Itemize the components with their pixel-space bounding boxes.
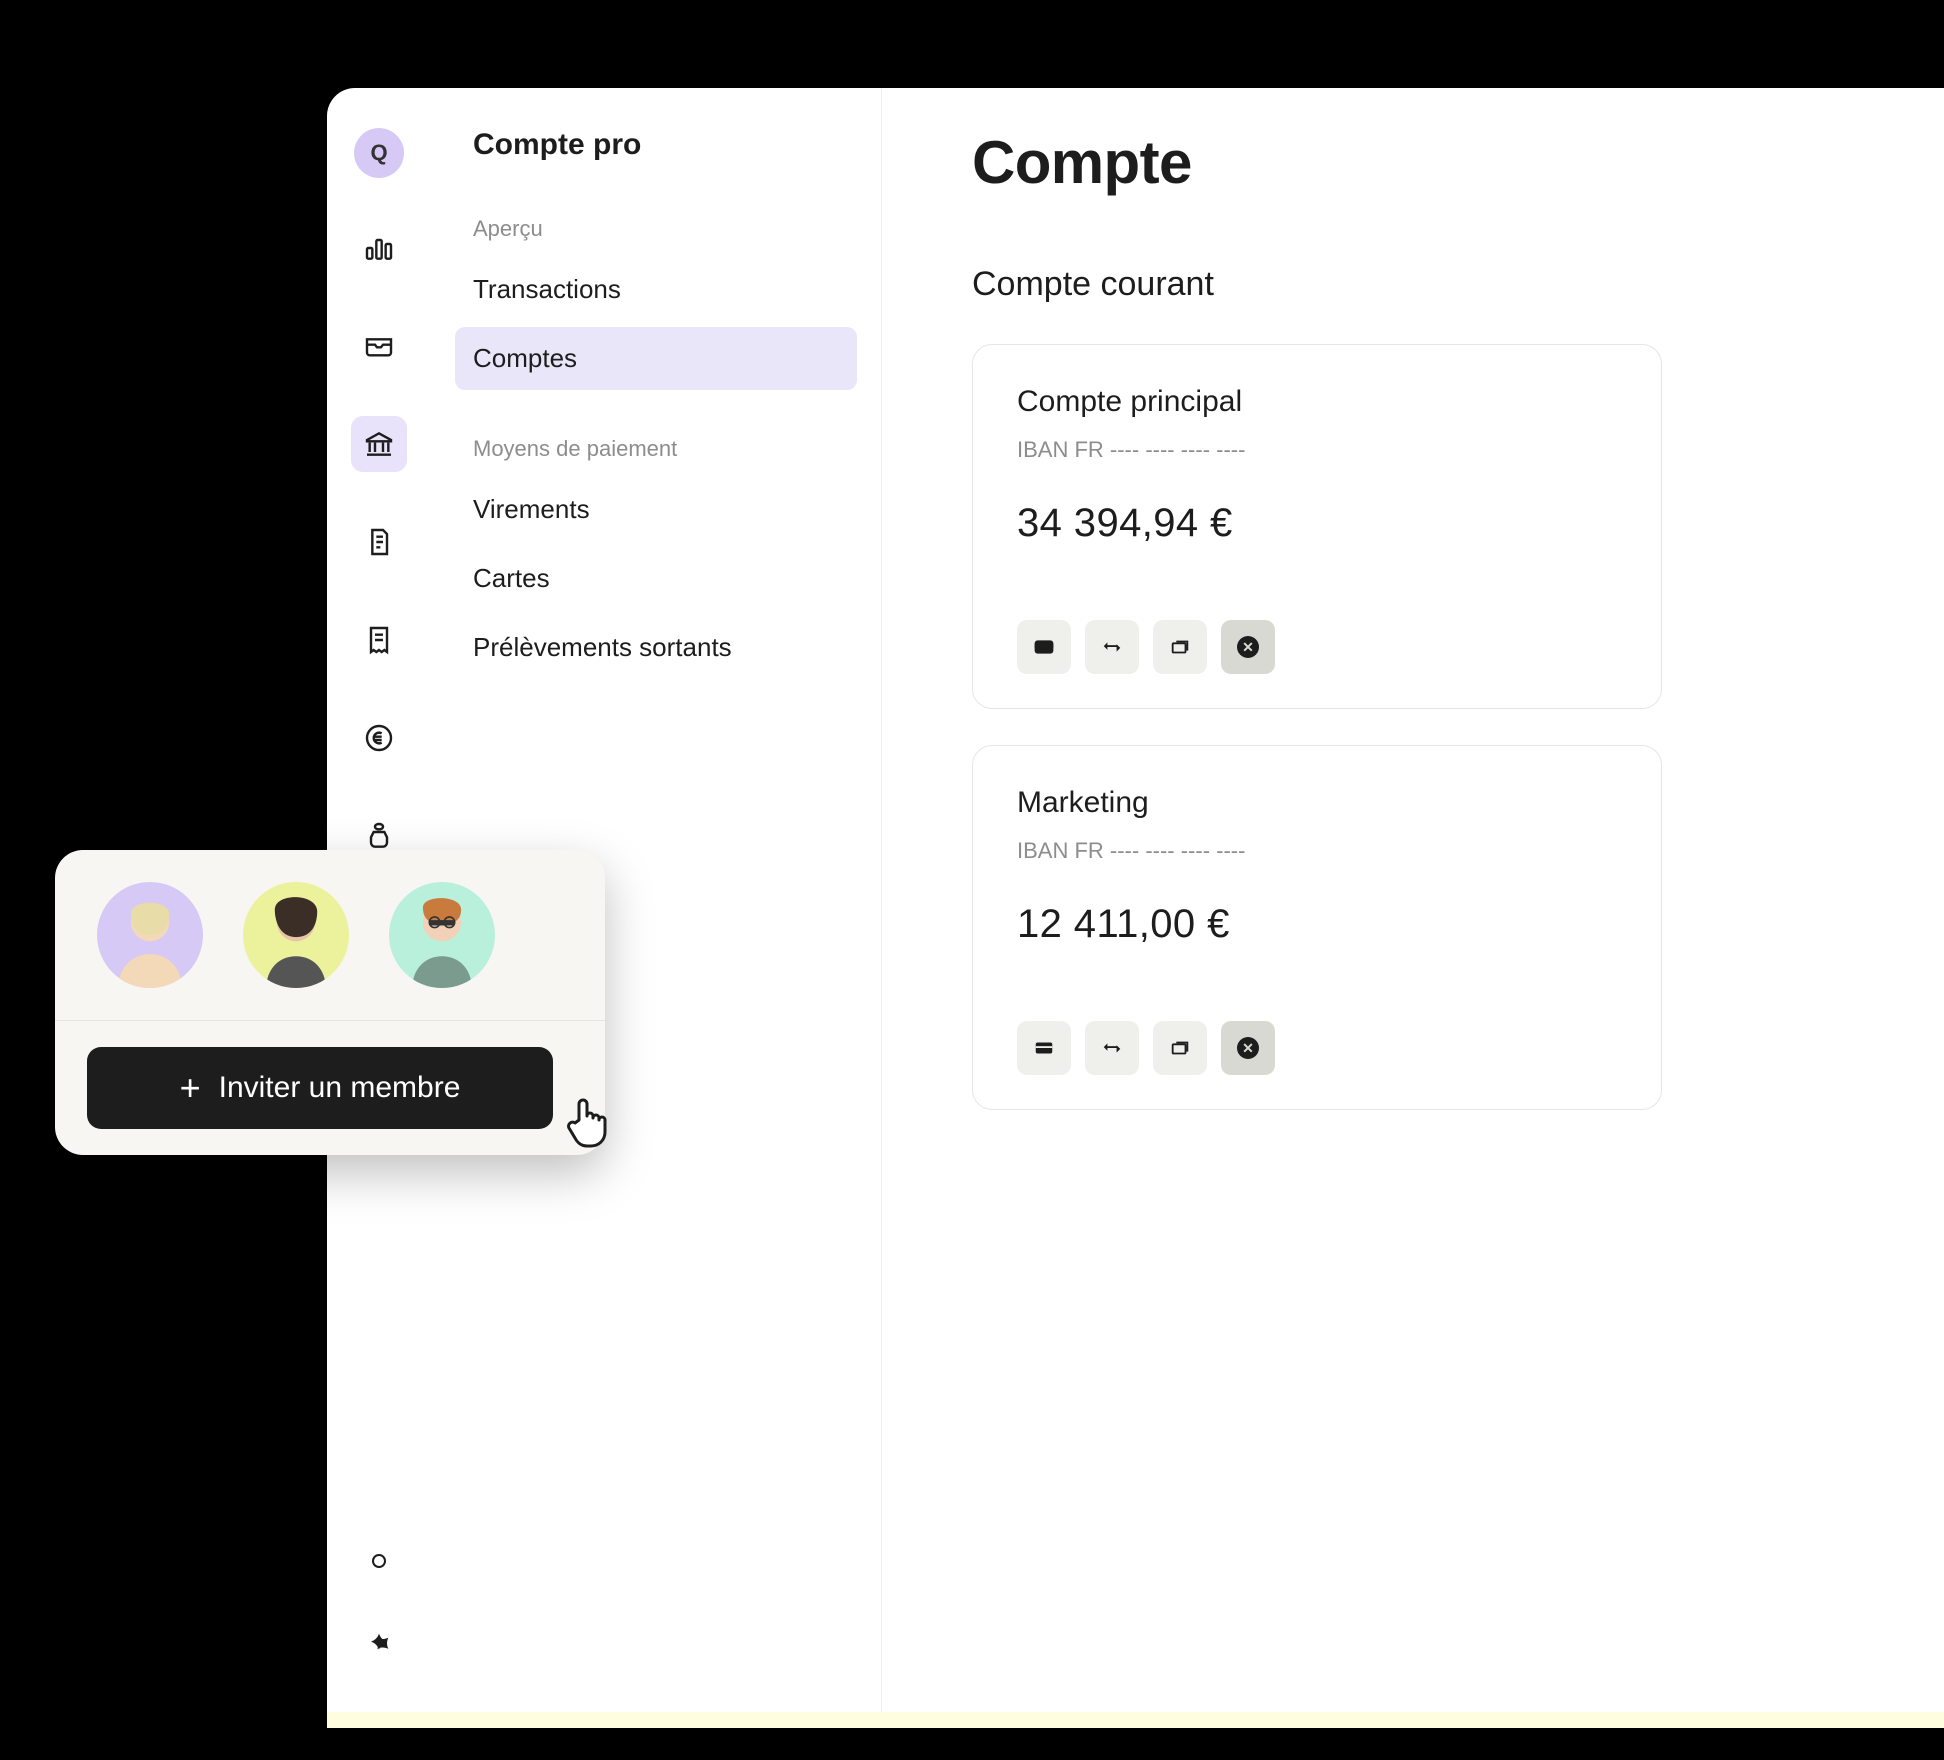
sidebar-section-label: Aperçu	[455, 216, 857, 242]
sidebar-item-transactions[interactable]: Transactions	[455, 258, 857, 321]
account-actions: ✕	[1017, 1021, 1617, 1075]
invoice-icon[interactable]	[351, 514, 407, 570]
notification-strip	[327, 1712, 1944, 1728]
account-card[interactable]: Marketing IBAN FR ---- ---- ---- ---- 12…	[972, 745, 1662, 1110]
bank-icon[interactable]	[351, 416, 407, 472]
invite-member-button[interactable]: + Inviter un membre	[87, 1047, 553, 1129]
close-account-icon[interactable]: ✕	[1221, 620, 1275, 674]
account-name: Compte principal	[1017, 385, 1617, 419]
card-icon[interactable]	[1017, 620, 1071, 674]
invite-members-card: + Inviter un membre	[55, 850, 605, 1155]
member-avatars	[55, 850, 605, 1020]
sidebar-item-comptes[interactable]: Comptes	[455, 327, 857, 390]
brand-logo[interactable]: Q	[354, 128, 404, 178]
card-icon[interactable]	[1017, 1021, 1071, 1075]
section-subtitle: Compte courant	[972, 265, 1884, 304]
main-panel: Compte Compte courant Compte principal I…	[882, 88, 1944, 1728]
rail-bottom	[363, 1552, 395, 1728]
sidebar-section-label: Moyens de paiement	[455, 436, 857, 462]
invite-button-label: Inviter un membre	[219, 1071, 461, 1105]
page-title: Compte	[972, 128, 1884, 197]
account-name: Marketing	[1017, 786, 1617, 820]
deposit-icon[interactable]	[1153, 1021, 1207, 1075]
account-balance: 12 411,00 €	[1017, 902, 1617, 947]
app-mark-icon[interactable]	[363, 1631, 395, 1668]
close-account-icon[interactable]: ✕	[1221, 1021, 1275, 1075]
plus-icon: +	[180, 1070, 201, 1106]
receipt-icon[interactable]	[351, 612, 407, 668]
transfer-icon[interactable]	[1085, 1021, 1139, 1075]
sidebar-item-virements[interactable]: Virements	[455, 478, 857, 541]
sidebar-item-cartes[interactable]: Cartes	[455, 547, 857, 610]
inbox-icon[interactable]	[351, 318, 407, 374]
sidebar-item-prelevements[interactable]: Prélèvements sortants	[455, 616, 857, 679]
account-balance: 34 394,94 €	[1017, 501, 1617, 546]
account-iban: IBAN FR ---- ---- ---- ----	[1017, 437, 1617, 463]
euro-circle-icon[interactable]	[351, 710, 407, 766]
analytics-icon[interactable]	[351, 220, 407, 276]
avatar	[389, 882, 495, 988]
transfer-icon[interactable]	[1085, 620, 1139, 674]
avatar	[243, 882, 349, 988]
avatar	[97, 882, 203, 988]
deposit-icon[interactable]	[1153, 620, 1207, 674]
account-card[interactable]: Compte principal IBAN FR ---- ---- ---- …	[972, 344, 1662, 709]
sidebar-title: Compte pro	[455, 128, 857, 162]
account-actions: ✕	[1017, 620, 1617, 674]
cursor-hand-icon	[559, 1092, 619, 1157]
status-dot-icon[interactable]	[370, 1552, 388, 1575]
account-iban: IBAN FR ---- ---- ---- ----	[1017, 838, 1617, 864]
